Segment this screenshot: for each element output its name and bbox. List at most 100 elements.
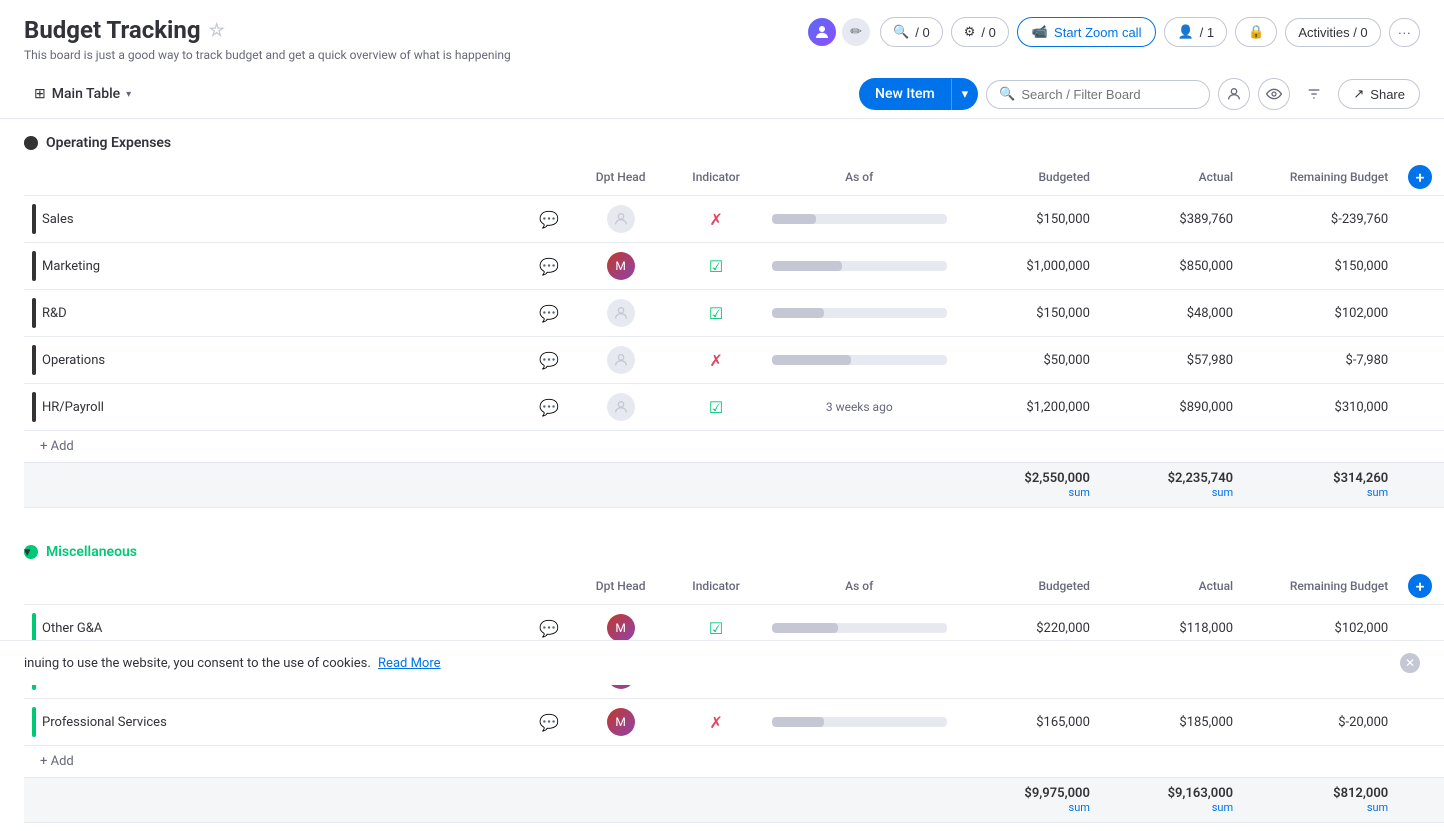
comment-cell[interactable]: 💬 bbox=[525, 337, 573, 384]
new-item-button[interactable]: New Item ▾ bbox=[859, 78, 978, 110]
row-name-cell: Professional Services bbox=[24, 699, 525, 746]
progress-bar-fill bbox=[772, 623, 838, 633]
row-bar bbox=[32, 204, 36, 234]
comment-icon[interactable]: 💬 bbox=[539, 257, 559, 276]
miscellaneous-header: ▾ Miscellaneous bbox=[24, 528, 1444, 568]
add-row[interactable]: + Add bbox=[24, 431, 1444, 463]
table-row: Professional Services💬M✗$165,000$185,000… bbox=[24, 699, 1444, 746]
person-filter-icon[interactable] bbox=[1218, 78, 1250, 110]
new-item-arrow-icon[interactable]: ▾ bbox=[951, 79, 979, 110]
comment-cell[interactable]: 💬 bbox=[525, 243, 573, 290]
more-options-button[interactable]: ··· bbox=[1389, 18, 1420, 47]
activities-label: Activities / 0 bbox=[1298, 25, 1367, 40]
group-collapse-dot[interactable]: ▾ bbox=[24, 136, 38, 150]
reactions-button[interactable]: 🔍 / 0 bbox=[880, 17, 943, 47]
cross-icon: ✗ bbox=[709, 210, 722, 229]
comment-cell[interactable]: 💬 bbox=[525, 196, 573, 243]
comment-icon[interactable]: 💬 bbox=[539, 304, 559, 323]
check-icon: ☑ bbox=[709, 398, 723, 417]
progress-bar-wrapper bbox=[772, 717, 947, 727]
row-name-cell: R&D bbox=[24, 290, 525, 337]
main-table-button[interactable]: ⊞ Main Table ▾ bbox=[24, 80, 141, 108]
as-of-cell bbox=[764, 290, 955, 337]
dpt-head-cell[interactable]: M bbox=[573, 243, 668, 290]
comment-icon[interactable]: 💬 bbox=[539, 351, 559, 370]
chevron-down-icon: ▾ bbox=[126, 89, 131, 100]
col-header-indicator: Indicator bbox=[668, 159, 763, 196]
operating-expenses-header: ▾ Operating Expenses bbox=[24, 119, 1444, 159]
misc-summary-add-col bbox=[1396, 778, 1444, 823]
dpt-head-cell[interactable] bbox=[573, 290, 668, 337]
misc-table-header: Dpt Head Indicator As of Budgeted Actual… bbox=[24, 568, 1444, 605]
row-bar bbox=[32, 345, 36, 375]
people-count: / 1 bbox=[1200, 25, 1214, 40]
zoom-call-button[interactable]: 📹 Start Zoom call bbox=[1017, 17, 1157, 47]
search-filter-box[interactable]: 🔍 bbox=[986, 80, 1210, 109]
row-name-cell: Sales bbox=[24, 196, 525, 243]
misc-col-header-remaining: Remaining Budget bbox=[1241, 568, 1396, 605]
cookie-read-more-link[interactable]: Read More bbox=[378, 656, 440, 671]
operating-budgeted-sum: $2,550,000 sum bbox=[955, 463, 1098, 508]
comment-cell[interactable]: 💬 bbox=[525, 290, 573, 337]
comment-cell[interactable]: 💬 bbox=[525, 384, 573, 431]
integrations-icon: ⚙ bbox=[964, 24, 976, 40]
comment-icon[interactable]: 💬 bbox=[539, 398, 559, 417]
add-row-cell[interactable]: + Add bbox=[24, 431, 1444, 463]
dpt-head-cell[interactable]: M bbox=[573, 699, 668, 746]
operating-summary-table: $2,550,000 sum $2,235,740 sum $314,260 s… bbox=[24, 463, 1444, 508]
cookie-close-button[interactable]: ✕ bbox=[1400, 653, 1420, 673]
person-icon bbox=[607, 299, 635, 327]
add-row-cell[interactable]: + Add bbox=[24, 746, 1444, 778]
indicator-cell[interactable]: ☑ bbox=[668, 243, 763, 290]
dpt-head-cell[interactable] bbox=[573, 196, 668, 243]
as-of-cell bbox=[764, 699, 955, 746]
misc-budgeted-sum: $9,975,000 sum bbox=[955, 778, 1098, 823]
check-icon: ☑ bbox=[709, 619, 723, 638]
eye-icon[interactable] bbox=[1258, 78, 1290, 110]
comment-cell[interactable]: 💬 bbox=[525, 699, 573, 746]
misc-add-column-button[interactable]: + bbox=[1408, 574, 1432, 598]
comment-icon[interactable]: 💬 bbox=[539, 713, 559, 732]
comment-icon[interactable]: 💬 bbox=[539, 619, 559, 638]
table-row: Marketing💬M☑$1,000,000$850,000$150,000 bbox=[24, 243, 1444, 290]
integrations-button[interactable]: ⚙ / 0 bbox=[951, 17, 1009, 47]
reactions-count: / 0 bbox=[915, 25, 929, 40]
dpt-head-cell[interactable] bbox=[573, 337, 668, 384]
misc-group-dot[interactable]: ▾ bbox=[24, 545, 38, 559]
misc-col-header-comment bbox=[525, 568, 573, 605]
filter-icon[interactable] bbox=[1298, 78, 1330, 110]
indicator-cell[interactable]: ✗ bbox=[668, 337, 763, 384]
header-right: ✏ 🔍 / 0 ⚙ / 0 📹 Start Zoom call 👤 / 1 🔒 … bbox=[806, 16, 1420, 48]
activities-button[interactable]: Activities / 0 bbox=[1285, 18, 1380, 47]
dpt-head-cell[interactable] bbox=[573, 384, 668, 431]
misc-col-header-asof: As of bbox=[764, 568, 955, 605]
search-input[interactable] bbox=[1021, 87, 1197, 102]
lock-icon-btn[interactable]: 🔒 bbox=[1235, 17, 1277, 47]
star-icon[interactable]: ☆ bbox=[209, 20, 225, 41]
row-add-cell bbox=[1396, 699, 1444, 746]
comment-icon[interactable]: 💬 bbox=[539, 210, 559, 229]
add-column-button[interactable]: + bbox=[1408, 165, 1432, 189]
indicator-cell[interactable]: ☑ bbox=[668, 290, 763, 337]
progress-bar-fill bbox=[772, 308, 824, 318]
indicator-cell[interactable]: ✗ bbox=[668, 196, 763, 243]
indicator-cell[interactable]: ✗ bbox=[668, 699, 763, 746]
add-row[interactable]: + Add bbox=[24, 746, 1444, 778]
misc-col-header-indicator: Indicator bbox=[668, 568, 763, 605]
as-of-cell bbox=[764, 243, 955, 290]
share-icon: ↗ bbox=[1353, 86, 1364, 102]
add-row-label[interactable]: + Add bbox=[32, 748, 82, 775]
edit-avatar-icon[interactable]: ✏ bbox=[840, 16, 872, 48]
cross-icon: ✗ bbox=[709, 713, 722, 732]
new-item-label[interactable]: New Item bbox=[859, 78, 951, 110]
indicator-cell[interactable]: ☑ bbox=[668, 384, 763, 431]
people-button[interactable]: 👤 / 1 bbox=[1164, 17, 1227, 47]
misc-col-header-add: + bbox=[1396, 568, 1444, 605]
avatar-group: ✏ bbox=[806, 16, 872, 48]
share-button[interactable]: ↗ Share bbox=[1338, 79, 1420, 109]
misc-summary-table: $9,975,000 sum $9,163,000 sum $812,000 s… bbox=[24, 778, 1444, 823]
actual-cell: $850,000 bbox=[1098, 243, 1241, 290]
zoom-label: Start Zoom call bbox=[1054, 25, 1141, 40]
table-row: R&D💬☑$150,000$48,000$102,000 bbox=[24, 290, 1444, 337]
add-row-label[interactable]: + Add bbox=[32, 433, 82, 460]
